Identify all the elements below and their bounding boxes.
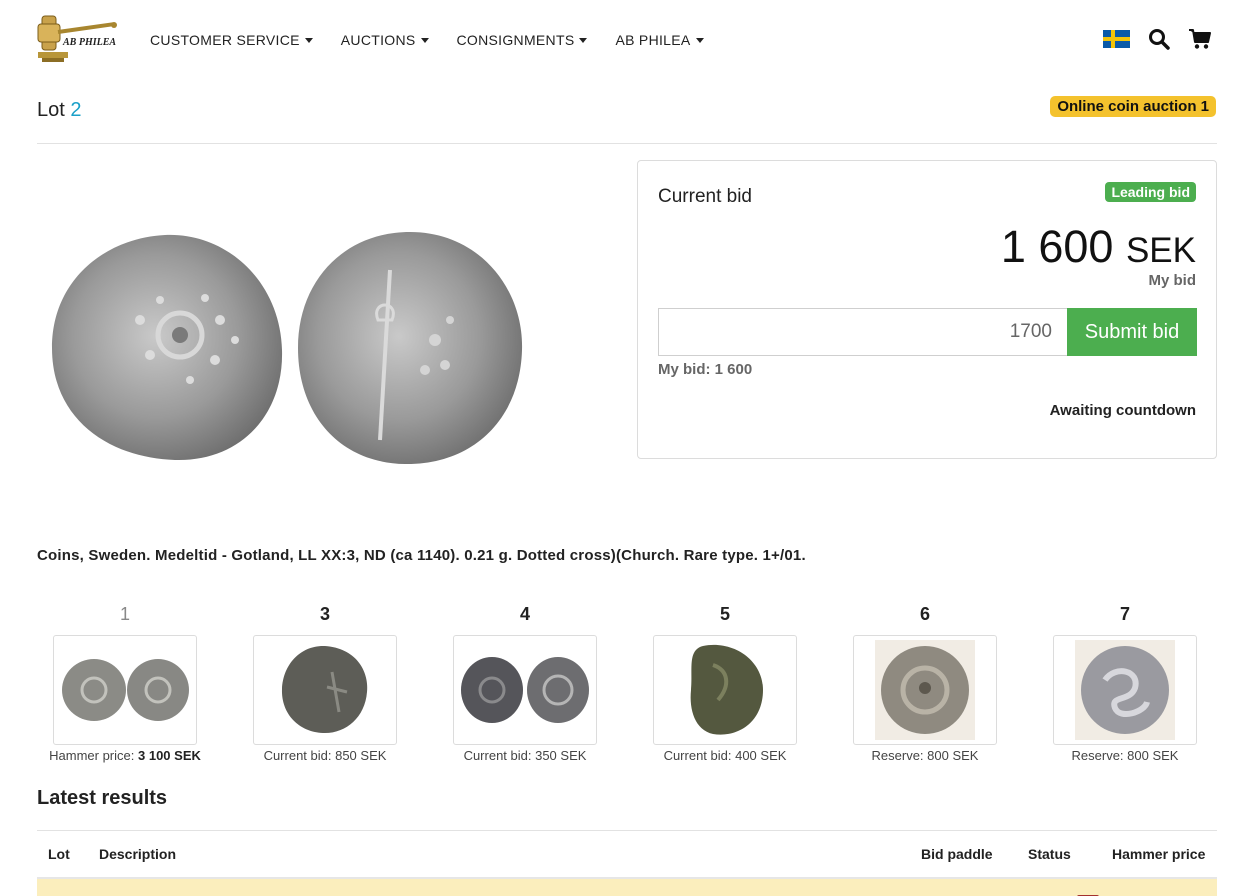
lot-image[interactable] [40,220,540,480]
lot-card-number: 4 [519,604,530,624]
lot-card[interactable]: 6 Reserve: 800 SEK [835,604,1015,763]
my-bid-text: My bid: 1 600 [658,361,753,378]
nav-ab-philea[interactable]: AB PHILEA [615,32,704,48]
coin-thumbnail-icon [690,644,763,735]
submit-bid-button[interactable]: Submit bid [1067,308,1197,356]
nav-consignments[interactable]: CONSIGNMENTS [457,32,588,48]
lot-card[interactable]: 1 Hammer price: 3 100 SEK [35,604,215,763]
lot-card[interactable]: 3 Current bid: 850 SEK [235,604,415,763]
coin-thumbnail-icon [875,640,975,740]
lot-card[interactable]: 5 Current bid: 400 SEK [635,604,815,763]
lot-card-number: 6 [919,604,930,624]
lot-card-price: Reserve: 800 SEK [871,748,979,763]
coin-thumbnail-icon [281,645,368,734]
nav-customer-service[interactable]: CUSTOMER SERVICE [150,32,313,48]
latest-results-title: Latest results [37,787,168,809]
lot-number: 2 [70,99,82,121]
logo-text: AB PHILEA [63,37,117,48]
lot-card-number: 1 [119,604,130,624]
lot-thumbnail[interactable] [453,635,597,745]
nav-label: AB PHILEA [615,32,691,48]
nav-auctions[interactable]: AUCTIONS [341,32,429,48]
divider [37,143,1217,144]
main-nav: CUSTOMER SERVICE AUCTIONS CONSIGNMENTS A… [150,32,732,48]
lot-card-number: 3 [319,604,330,624]
lot-thumbnail[interactable] [1053,635,1197,745]
my-bid-caption: My bid [1148,272,1197,289]
caret-down-icon [579,37,588,43]
caret-down-icon [304,37,313,43]
coin-thumbnail-icon [62,659,189,721]
caret-down-icon [420,37,429,43]
nav-label: AUCTIONS [340,32,416,48]
lot-card[interactable]: 7 Reserve: 800 SEK [1035,604,1215,763]
swedish-flag-icon[interactable] [1103,30,1130,48]
other-lots-carousel: 1 Hammer price: 3 100 SEK 3 Current bid:… [37,604,1217,774]
cart-icon[interactable] [1188,28,1212,50]
bid-title: Current bid [658,186,752,207]
coin-image-icon [52,232,523,465]
caret-down-icon [695,37,704,43]
bid-value: 1 600 [1000,221,1114,272]
lot-thumbnail[interactable] [853,635,997,745]
search-icon[interactable] [1148,28,1170,50]
table-row[interactable] [37,877,1217,896]
countdown-status: Awaiting countdown [1049,402,1196,419]
col-header-bid-paddle[interactable]: Bid paddle [921,846,993,862]
col-header-hammer-price[interactable]: Hammer price [1112,846,1205,862]
col-header-lot[interactable]: Lot [48,846,70,862]
status-badge: Leading bid [1105,182,1196,202]
bid-panel: Current bid Leading bid 1 600 SEK My bid… [637,160,1217,459]
price-value: 3 100 SEK [138,748,201,763]
divider [37,830,1217,831]
page-title: Lot 2 [37,99,82,122]
lot-card-number: 7 [1119,604,1130,624]
lot-description: Coins, Sweden. Medeltid - Gotland, LL XX… [37,547,806,564]
lot-thumbnail[interactable] [653,635,797,745]
col-header-status[interactable]: Status [1028,846,1071,862]
lot-thumbnail[interactable] [253,635,397,745]
col-header-description[interactable]: Description [99,846,176,862]
header-icons [1103,28,1212,50]
lot-card-price: Reserve: 800 SEK [1071,748,1179,763]
coin-thumbnail-icon [1075,640,1175,740]
lot-label: Lot [37,99,65,121]
nav-label: CUSTOMER SERVICE [150,32,300,48]
lot-card-price: Current bid: 850 SEK [263,748,387,763]
coin-thumbnail-icon [461,657,589,723]
site-header: AB PHILEA CUSTOMER SERVICE AUCTIONS CONS… [0,0,1250,80]
lot-card-price: Hammer price: 3 100 SEK [35,748,215,763]
logo[interactable]: AB PHILEA [36,12,118,64]
lot-card-price: Current bid: 400 SEK [663,748,787,763]
lot-card-number: 5 [719,604,730,624]
bid-currency: SEK [1125,231,1196,270]
current-bid-amount: 1 600 SEK [1001,221,1196,273]
price-label: Hammer price: [49,748,135,763]
nav-label: CONSIGNMENTS [456,32,575,48]
auction-badge[interactable]: Online coin auction 1 [1050,96,1216,117]
bid-input[interactable]: 1700 [658,308,1068,356]
lot-thumbnail[interactable] [53,635,197,745]
lot-card[interactable]: 4 Current bid: 350 SEK [435,604,615,763]
lot-card-price: Current bid: 350 SEK [463,748,587,763]
